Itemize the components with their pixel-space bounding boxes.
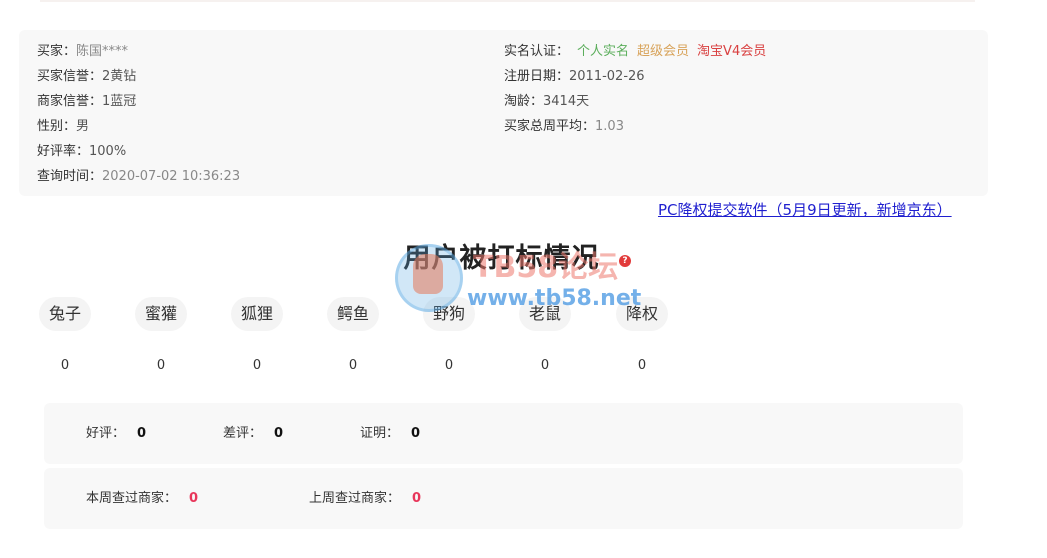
buyer-info-right: 实名认证： 个人实名 超级会员 淘宝V4会员 注册日期：2011-02-26 淘龄：3… — [504, 43, 766, 143]
stat-last-week-merchants: 上周查过商家： 0 — [309, 468, 421, 529]
stat-value: 0 — [137, 426, 147, 441]
info-label: 商家信誉： — [37, 94, 103, 109]
tag-count: 0 — [348, 358, 358, 373]
tag-rat: 老鼠 — [519, 297, 571, 331]
tag-crocodile: 鳄鱼 — [327, 297, 379, 331]
info-value: 2黄钻 — [102, 69, 137, 84]
info-row-weekly-average: 买家总周平均：1.03 — [504, 118, 766, 143]
info-label: 买家： — [37, 44, 77, 59]
buyer-info-card: 买家：陈国**** 买家信誉：2黄钻 商家信誉：1蓝冠 性别：男 好评率：100… — [19, 30, 988, 196]
merchant-check-card: 本周查过商家： 0 上周查过商家： 0 — [44, 468, 963, 529]
info-value: 3414天 — [543, 94, 590, 109]
stat-proofs: 证明： 0 — [360, 403, 420, 464]
tag-count: 0 — [637, 358, 647, 373]
info-value: 1.03 — [595, 119, 624, 134]
info-row-positive-rate: 好评率：100% — [37, 143, 240, 168]
stat-bad-reviews: 差评： 0 — [223, 403, 283, 464]
info-row-account-age: 淘龄：3414天 — [504, 93, 766, 118]
info-row-realname: 实名认证： 个人实名 超级会员 淘宝V4会员 — [504, 43, 766, 68]
tag-fox: 狐狸 — [231, 297, 283, 331]
info-label: 淘龄： — [504, 94, 544, 109]
tag-rabbit: 兔子 — [39, 297, 91, 331]
tag-downgrade: 降权 — [616, 297, 668, 331]
top-divider — [40, 0, 975, 2]
stat-label: 差评： — [223, 426, 263, 441]
stat-label: 好评： — [86, 426, 126, 441]
tag-count: 0 — [540, 358, 550, 373]
stat-this-week-merchants: 本周查过商家： 0 — [86, 468, 198, 529]
tag-honey-badger: 蜜獾 — [135, 297, 187, 331]
badge-taobao-v4: 淘宝V4会员 — [697, 44, 767, 59]
info-row-seller-credit: 商家信誉：1蓝冠 — [37, 93, 240, 118]
info-value: 陈国**** — [76, 44, 129, 59]
info-value: 2020-07-02 10:36:23 — [102, 169, 241, 184]
stat-value: 0 — [412, 491, 422, 506]
stat-value: 0 — [189, 491, 199, 506]
stat-good-reviews: 好评： 0 — [86, 403, 146, 464]
tag-count: 0 — [252, 358, 262, 373]
badge-personal-realname: 个人实名 — [577, 44, 630, 59]
info-row-query-time: 查询时间：2020-07-02 10:36:23 — [37, 168, 240, 193]
info-label: 买家总周平均： — [504, 119, 596, 134]
info-label: 查询时间： — [37, 169, 103, 184]
help-icon[interactable]: ? — [619, 255, 631, 267]
stat-label: 证明： — [360, 426, 400, 441]
info-label: 注册日期： — [504, 69, 570, 84]
info-value: 1蓝冠 — [102, 94, 137, 109]
info-row-buyer: 买家：陈国**** — [37, 43, 240, 68]
tag-count: 0 — [444, 358, 454, 373]
info-label: 买家信誉： — [37, 69, 103, 84]
stat-label: 上周查过商家： — [309, 491, 401, 506]
tag-count: 0 — [156, 358, 166, 373]
info-row-gender: 性别：男 — [37, 118, 240, 143]
info-value: 100% — [89, 144, 127, 159]
info-value: 男 — [76, 119, 90, 134]
info-row-register-date: 注册日期：2011-02-26 — [504, 68, 766, 93]
tag-wild-dog: 野狗 — [423, 297, 475, 331]
badge-super-member: 超级会员 — [637, 44, 690, 59]
section-title: 用户被打标情况 — [403, 243, 600, 274]
info-label: 好评率： — [37, 144, 90, 159]
stat-value: 0 — [411, 426, 421, 441]
buyer-info-left: 买家：陈国**** 买家信誉：2黄钻 商家信誉：1蓝冠 性别：男 好评率：100… — [37, 43, 240, 193]
stat-label: 本周查过商家： — [86, 491, 178, 506]
stat-value: 0 — [274, 426, 284, 441]
pc-downgrade-software-link[interactable]: PC降权提交软件（5月9日更新，新增京东） — [658, 199, 952, 220]
info-label: 性别： — [37, 119, 77, 134]
info-row-buyer-credit: 买家信誉：2黄钻 — [37, 68, 240, 93]
info-label: 实名认证： — [504, 44, 570, 59]
tag-count: 0 — [60, 358, 70, 373]
info-value: 2011-02-26 — [569, 69, 645, 84]
review-stats-card: 好评： 0 差评： 0 证明： 0 — [44, 403, 963, 464]
